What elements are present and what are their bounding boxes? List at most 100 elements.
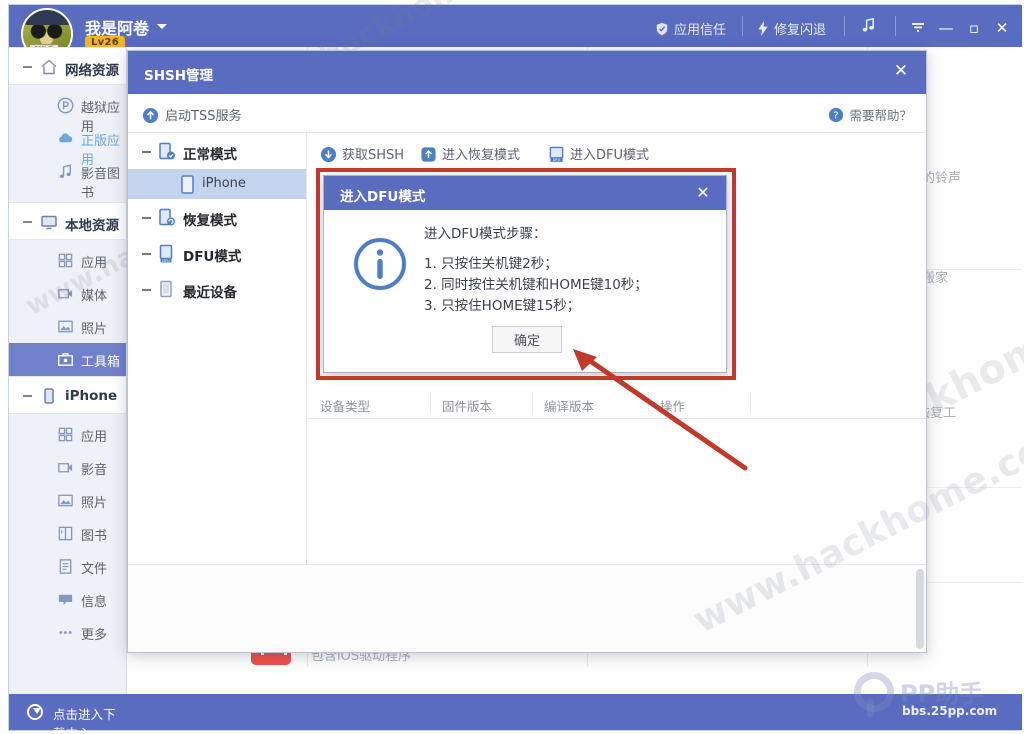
toolbar-fix-crash-label: 修复闪退 [774,23,827,38]
collapse-icon[interactable] [142,289,151,291]
dfu-ok-button[interactable]: 确定 [492,326,562,353]
sidebar-group-local[interactable]: 本地资源 [9,202,126,240]
need-help-label: 需要帮助？ [849,108,912,123]
sidebar-item-toolbox[interactable]: 工具箱 [9,343,126,376]
collapse-icon[interactable] [142,217,151,219]
sidebar-item-iphone-video[interactable]: 影音 [9,451,126,484]
device-iphone-label: iPhone [202,176,246,191]
sidebar-item-media-books[interactable]: 影音图书 [9,155,126,201]
enter-dfu-button[interactable]: DFU 进入DFU模式 [548,144,649,163]
shsh-titlebar: SHSH管理 ✕ [128,51,926,94]
sidebar-item-iphone-more[interactable]: 更多 [9,616,126,649]
sidebar-group-iphone-label: iPhone [65,388,118,404]
sidebar-item-iphone-messages-label: 信息 [81,595,108,610]
enter-dfu-label: 进入DFU模式 [570,148,650,163]
minimize-button[interactable]: — [934,17,958,39]
table-header-separator [750,392,751,414]
normal-mode-icon [158,142,176,161]
dfu-step-1: 1. 只按住关机键2秒； [424,256,558,272]
device-iphone-row[interactable]: iPhone [128,169,306,199]
sidebar-item-iphone-books[interactable]: 图书 [9,517,126,550]
sidebar-group-network[interactable]: 网络资源 [9,47,126,85]
ellipsis-icon [57,624,74,641]
mode-dfu[interactable]: DFU DFU模式 [128,235,306,271]
sidebar-item-local-media[interactable]: 媒体 [9,277,126,310]
toolbar-fix-crash[interactable]: 修复闪退 [757,19,826,40]
collapse-icon[interactable] [23,221,32,223]
apps-grid-icon [57,252,74,269]
sidebar-item-iphone-files[interactable]: 文件 [9,550,126,583]
video-icon [57,285,74,302]
sidebar-item-iphone-messages[interactable]: 信息 [9,583,126,616]
start-tss-service-label: 启动TSS服务 [165,109,242,124]
pp-icon [57,97,74,114]
dfu-dialog-heading: 进入DFU模式步骤： [424,226,547,242]
sidebar-item-iphone-apps-label: 应用 [81,430,108,445]
sidebar: 网络资源 越狱应用 正版应用 影音图书 本地资源 应用 媒体 照片 工具箱 iP… [9,47,127,703]
collapse-icon[interactable] [23,66,32,68]
sidebar-item-jailbreak-apps[interactable]: 越狱应用 [9,89,126,135]
main-app-window: PP助手 我是阿卷 Lv26 应用信任 修复闪退 [8,0,1024,734]
photo-icon [57,318,74,335]
toolbar-divider-2 [844,16,845,36]
shsh-action-bar: 获取SHSH 进入恢复模式 DFU 进入DFU模式 [308,133,926,173]
sidebar-item-local-photos[interactable]: 照片 [9,310,126,343]
download-center-button[interactable]: 点击进入下载中心 [9,694,127,734]
chevron-down-icon[interactable] [157,24,167,29]
mode-normal-label: 正常模式 [183,147,237,163]
close-button[interactable]: ✕ [990,17,1014,39]
sidebar-item-local-apps-label: 应用 [81,256,108,271]
toolbar-app-trust[interactable]: 应用信任 [655,19,726,40]
sidebar-group-network-label: 网络资源 [65,63,119,79]
dfu-dialog-close-button[interactable]: ✕ [693,183,713,203]
toolbar-divider-1 [742,16,743,36]
mode-normal[interactable]: 正常模式 [128,133,306,169]
shsh-window-title: SHSH管理 [144,68,214,84]
sidebar-item-iphone-photos-label: 照片 [81,496,108,511]
pp-brand-url: bbs.25pp.com [902,704,998,718]
table-header-separator [430,392,431,414]
iphone-icon [180,175,195,194]
get-shsh-label: 获取SHSH [342,148,405,163]
apps-grid-icon [57,426,74,443]
app-titlebar: PP助手 我是阿卷 Lv26 应用信任 修复闪退 [9,5,1022,60]
more-options-button[interactable] [906,17,930,39]
toolbar-music[interactable] [861,17,881,37]
get-shsh-button[interactable]: 获取SHSH [320,144,404,163]
maximize-button[interactable]: ▫ [962,17,986,39]
svg-text:DFU: DFU [553,158,561,162]
toolbar-app-trust-label: 应用信任 [674,23,727,38]
info-circle-icon [352,236,408,292]
collapse-icon[interactable] [142,151,151,153]
collapse-icon[interactable] [142,253,151,255]
sidebar-item-media-books-label: 影音图书 [81,167,121,201]
pp-logo-icon [854,672,894,717]
sidebar-item-iphone-apps[interactable]: 应用 [9,418,126,451]
shsh-scrollbar[interactable] [916,569,924,649]
sidebar-item-official-apps[interactable]: 正版应用 [9,122,126,168]
mode-recovery[interactable]: 恢复模式 [128,199,306,235]
download-center-label: 点击进入下载中心 [53,707,116,734]
dfu-mode-icon: DFU [158,244,176,263]
shsh-close-button[interactable]: ✕ [890,61,912,83]
start-tss-service-button[interactable]: 启动TSS服务 [142,105,241,124]
shsh-mode-tree: 正常模式 iPhone 恢复模式 DFU DFU模式 最近设备 [128,133,307,564]
sidebar-item-iphone-video-label: 影音 [81,463,108,478]
book-icon [57,525,74,542]
sidebar-item-local-apps[interactable]: 应用 [9,244,126,277]
download-arrow-icon [33,708,41,714]
mode-recent-devices[interactable]: 最近设备 [128,271,306,307]
collapse-icon[interactable] [23,395,32,397]
table-header-build-version: 编译版本 [544,399,595,414]
sidebar-item-iphone-photos[interactable]: 照片 [9,484,126,517]
download-icon [320,146,337,163]
mode-recent-devices-label: 最近设备 [183,285,237,301]
sidebar-group-iphone[interactable]: iPhone [9,376,126,414]
sidebar-item-iphone-more-label: 更多 [81,628,108,643]
toolbox-icon [57,351,74,368]
dfu-dialog-titlebar: 进入DFU模式 ✕ [324,176,726,210]
need-help-button[interactable]: ? 需要帮助？ [828,105,912,124]
music-icon [57,163,74,180]
music-note-icon [861,17,876,37]
enter-recovery-button[interactable]: 进入恢复模式 [420,144,520,163]
